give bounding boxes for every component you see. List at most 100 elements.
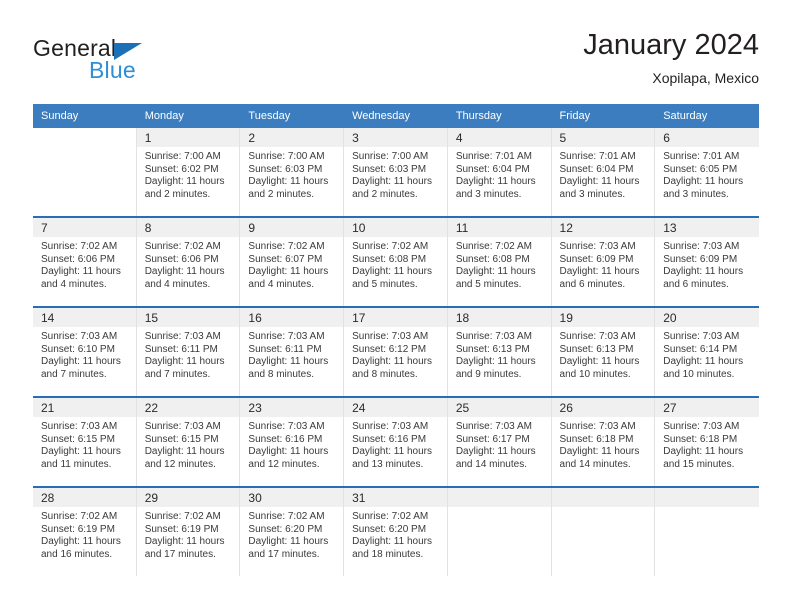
calendar-day-cell[interactable]: 8 Sunrise: 7:02 AM Sunset: 6:06 PM Daylight… <box>136 216 241 307</box>
day-cell-details: Sunrise: 7:03 AM Sunset: 6:15 PM Daylight:… <box>33 417 136 471</box>
sunrise-text: Sunrise: 7:00 AM <box>248 151 325 162</box>
sunrise-text: Sunrise: 7:02 AM <box>144 511 221 522</box>
day-cell-inner: 18 Sunrise: 7:03 AM Sunset: 6:13 PM Dayligh… <box>447 308 552 396</box>
daylight-text-line2: and 5 minutes. <box>455 278 522 290</box>
day-number: 4 <box>447 128 551 147</box>
day-cell-details: Sunrise: 7:00 AM Sunset: 6:03 PM Daylight:… <box>344 147 447 201</box>
day-cell-inner: 8 Sunrise: 7:02 AM Sunset: 6:06 PM Daylight… <box>136 218 241 306</box>
calendar-day-cell-empty <box>551 486 656 576</box>
sunset-text: Sunset: 6:16 PM <box>352 433 427 445</box>
day-cell-details: Sunrise: 7:00 AM Sunset: 6:02 PM Daylight:… <box>137 147 240 201</box>
sunset-text: Sunset: 6:15 PM <box>41 433 115 445</box>
day-cell-details: Sunrise: 7:03 AM Sunset: 6:13 PM Daylight:… <box>448 327 551 381</box>
day-cell-inner: 29 Sunrise: 7:02 AM Sunset: 6:19 PM Dayligh… <box>136 488 241 576</box>
calendar-day-cell[interactable]: 15 Sunrise: 7:03 AM Sunset: 6:11 PM Dayligh… <box>136 306 241 397</box>
daylight-text-line2: and 9 minutes. <box>455 368 522 380</box>
sunrise-text: Sunrise: 7:03 AM <box>559 241 636 252</box>
calendar-day-cell[interactable]: 18 Sunrise: 7:03 AM Sunset: 6:13 PM Dayligh… <box>447 306 552 397</box>
calendar-day-cell[interactable]: 19 Sunrise: 7:03 AM Sunset: 6:13 PM Dayligh… <box>551 306 656 397</box>
day-cell-details: Sunrise: 7:01 AM Sunset: 6:04 PM Daylight:… <box>552 147 655 201</box>
sunrise-text: Sunrise: 7:03 AM <box>455 421 532 432</box>
calendar-body: 1 Sunrise: 7:00 AM Sunset: 6:02 PM Daylight… <box>33 128 759 576</box>
day-cell-details: Sunrise: 7:03 AM Sunset: 6:11 PM Daylight:… <box>137 327 240 381</box>
day-cell-inner: 15 Sunrise: 7:03 AM Sunset: 6:11 PM Dayligh… <box>136 308 241 396</box>
page-subtitle: Xopilapa, Mexico <box>652 70 759 86</box>
daylight-text-line2: and 7 minutes. <box>41 368 107 380</box>
calendar-day-cell[interactable]: 12 Sunrise: 7:03 AM Sunset: 6:09 PM Dayligh… <box>551 216 656 307</box>
calendar-week-row: 21 Sunrise: 7:03 AM Sunset: 6:15 PM Dayligh… <box>33 396 759 487</box>
day-cell-inner <box>33 128 137 216</box>
sunset-text: Sunset: 6:08 PM <box>455 253 530 265</box>
sunrise-text: Sunrise: 7:03 AM <box>41 421 118 432</box>
calendar-day-cell[interactable]: 17 Sunrise: 7:03 AM Sunset: 6:12 PM Dayligh… <box>344 306 448 397</box>
calendar-day-cell[interactable]: 20 Sunrise: 7:03 AM Sunset: 6:14 PM Dayligh… <box>655 306 759 397</box>
sunset-text: Sunset: 6:06 PM <box>41 253 115 265</box>
day-cell-details: Sunrise: 7:02 AM Sunset: 6:20 PM Daylight:… <box>344 507 447 561</box>
calendar-day-cell[interactable]: 9 Sunrise: 7:02 AM Sunset: 6:07 PM Daylight… <box>240 216 345 307</box>
calendar-day-cell[interactable]: 25 Sunrise: 7:03 AM Sunset: 6:17 PM Dayligh… <box>447 396 552 487</box>
sunset-text: Sunset: 6:02 PM <box>144 163 219 175</box>
daylight-text-line1: Daylight: 11 hours <box>352 446 432 458</box>
day-cell-details: Sunrise: 7:03 AM Sunset: 6:09 PM Daylight:… <box>655 237 759 291</box>
calendar-day-cell[interactable]: 24 Sunrise: 7:03 AM Sunset: 6:16 PM Dayligh… <box>344 396 448 487</box>
calendar-day-cell-empty <box>33 128 137 217</box>
day-cell-inner: 11 Sunrise: 7:02 AM Sunset: 6:08 PM Dayligh… <box>447 218 552 306</box>
sunset-text: Sunset: 6:06 PM <box>144 253 219 265</box>
calendar-day-cell[interactable]: 31 Sunrise: 7:02 AM Sunset: 6:20 PM Dayligh… <box>344 486 448 576</box>
sunset-text: Sunset: 6:04 PM <box>455 163 530 175</box>
calendar-day-cell[interactable]: 22 Sunrise: 7:03 AM Sunset: 6:15 PM Dayligh… <box>136 396 241 487</box>
calendar-day-cell[interactable]: 28 Sunrise: 7:02 AM Sunset: 6:19 PM Dayligh… <box>33 486 137 576</box>
day-number: 6 <box>655 128 759 147</box>
day-number: 14 <box>33 308 136 327</box>
general-blue-logo[interactable]: General Blue <box>33 35 203 87</box>
weekday-header-friday: Friday <box>551 104 656 128</box>
calendar-day-cell[interactable]: 13 Sunrise: 7:03 AM Sunset: 6:09 PM Dayligh… <box>655 216 759 307</box>
sunrise-text: Sunrise: 7:03 AM <box>352 421 429 432</box>
day-cell-details: Sunrise: 7:02 AM Sunset: 6:08 PM Daylight:… <box>448 237 551 291</box>
calendar-day-cell[interactable]: 30 Sunrise: 7:02 AM Sunset: 6:20 PM Dayligh… <box>240 486 345 576</box>
calendar-day-cell[interactable]: 21 Sunrise: 7:03 AM Sunset: 6:15 PM Dayligh… <box>33 396 137 487</box>
day-number: 13 <box>655 218 759 237</box>
calendar-day-cell[interactable]: 3 Sunrise: 7:00 AM Sunset: 6:03 PM Daylight… <box>344 128 448 217</box>
daylight-text-line2: and 8 minutes. <box>248 368 315 380</box>
calendar-day-cell[interactable]: 4 Sunrise: 7:01 AM Sunset: 6:04 PM Daylight… <box>447 128 552 217</box>
daylight-text-line2: and 2 minutes. <box>352 188 418 200</box>
calendar-day-cell[interactable]: 14 Sunrise: 7:03 AM Sunset: 6:10 PM Dayligh… <box>33 306 137 397</box>
day-cell-inner: 31 Sunrise: 7:02 AM Sunset: 6:20 PM Dayligh… <box>344 488 448 576</box>
calendar-day-cell[interactable]: 5 Sunrise: 7:01 AM Sunset: 6:04 PM Daylight… <box>551 128 656 217</box>
day-cell-details: Sunrise: 7:03 AM Sunset: 6:17 PM Daylight:… <box>448 417 551 471</box>
title-block: January 2024 Xopilapa, Mexico <box>583 28 759 88</box>
day-number: 30 <box>240 488 344 507</box>
day-number <box>551 488 655 507</box>
calendar-day-cell[interactable]: 26 Sunrise: 7:03 AM Sunset: 6:18 PM Dayligh… <box>551 396 656 487</box>
sunset-text: Sunset: 6:09 PM <box>559 253 634 265</box>
day-number: 31 <box>344 488 447 507</box>
calendar-day-cell[interactable]: 1 Sunrise: 7:00 AM Sunset: 6:02 PM Daylight… <box>136 128 241 217</box>
sunrise-text: Sunrise: 7:03 AM <box>663 421 740 432</box>
day-number: 21 <box>33 398 136 417</box>
calendar-day-cell[interactable]: 29 Sunrise: 7:02 AM Sunset: 6:19 PM Dayligh… <box>136 486 241 576</box>
calendar-day-cell[interactable]: 27 Sunrise: 7:03 AM Sunset: 6:18 PM Dayligh… <box>655 396 759 487</box>
day-cell-details: Sunrise: 7:03 AM Sunset: 6:13 PM Daylight:… <box>552 327 655 381</box>
sunset-text: Sunset: 6:18 PM <box>663 433 738 445</box>
sunrise-text: Sunrise: 7:03 AM <box>559 421 636 432</box>
sunset-text: Sunset: 6:17 PM <box>455 433 530 445</box>
sunset-text: Sunset: 6:03 PM <box>352 163 427 175</box>
calendar-day-cell[interactable]: 10 Sunrise: 7:02 AM Sunset: 6:08 PM Dayligh… <box>344 216 448 307</box>
calendar-day-cell[interactable]: 7 Sunrise: 7:02 AM Sunset: 6:06 PM Daylight… <box>33 216 137 307</box>
calendar-day-cell[interactable]: 6 Sunrise: 7:01 AM Sunset: 6:05 PM Daylight… <box>655 128 759 217</box>
sunrise-text: Sunrise: 7:03 AM <box>455 331 532 342</box>
calendar-day-cell[interactable]: 2 Sunrise: 7:00 AM Sunset: 6:03 PM Daylight… <box>240 128 345 217</box>
daylight-text-line2: and 6 minutes. <box>663 278 729 290</box>
sunrise-text: Sunrise: 7:03 AM <box>663 241 740 252</box>
sunrise-text: Sunrise: 7:02 AM <box>144 241 221 252</box>
daylight-text-line1: Daylight: 11 hours <box>352 356 432 368</box>
calendar-week-row: 1 Sunrise: 7:00 AM Sunset: 6:02 PM Daylight… <box>33 128 759 217</box>
calendar-day-cell[interactable]: 23 Sunrise: 7:03 AM Sunset: 6:16 PM Dayligh… <box>240 396 345 487</box>
day-cell-inner: 2 Sunrise: 7:00 AM Sunset: 6:03 PM Daylight… <box>240 128 345 216</box>
calendar-day-cell[interactable]: 11 Sunrise: 7:02 AM Sunset: 6:08 PM Dayligh… <box>447 216 552 307</box>
weekday-header-thursday: Thursday <box>447 104 552 128</box>
calendar-day-cell[interactable]: 16 Sunrise: 7:03 AM Sunset: 6:11 PM Dayligh… <box>240 306 345 397</box>
daylight-text-line2: and 17 minutes. <box>248 548 320 560</box>
weekday-header-saturday: Saturday <box>655 104 759 128</box>
